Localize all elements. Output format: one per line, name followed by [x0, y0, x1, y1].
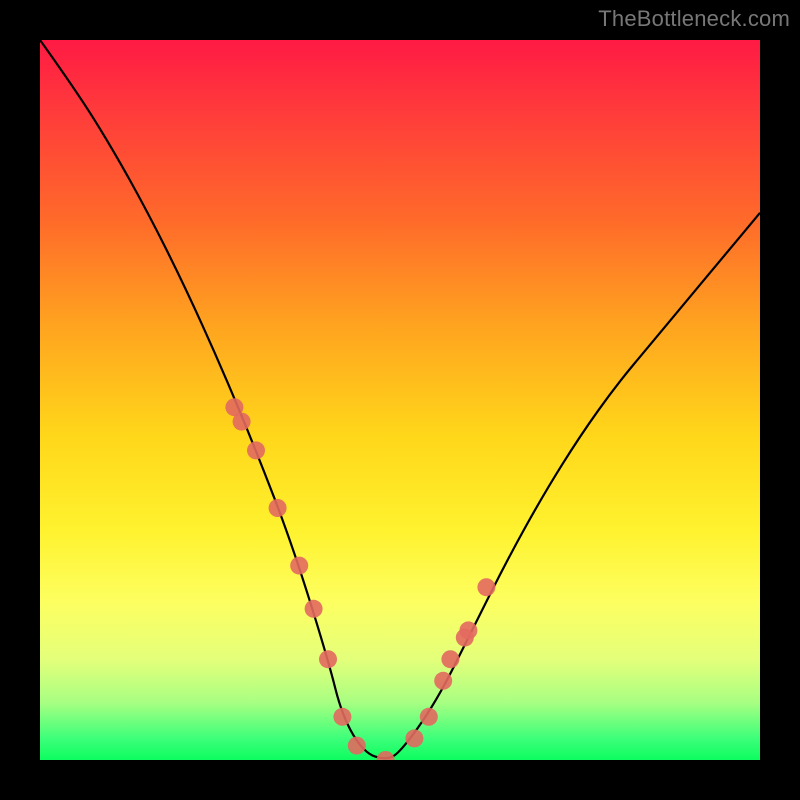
highlight-point — [434, 672, 452, 690]
highlight-point — [420, 708, 438, 726]
highlight-point — [319, 650, 337, 668]
highlight-point — [477, 578, 495, 596]
highlight-point — [233, 413, 251, 431]
chart-svg — [40, 40, 760, 760]
highlight-point — [333, 708, 351, 726]
highlight-point — [348, 737, 366, 755]
bottleneck-curve-path — [40, 40, 760, 758]
watermark-text: TheBottleneck.com — [598, 6, 790, 32]
bottleneck-chart — [40, 40, 760, 760]
highlight-point — [305, 600, 323, 618]
highlight-point — [269, 499, 287, 517]
highlight-point — [290, 557, 308, 575]
highlight-point — [377, 751, 395, 760]
highlight-point — [247, 441, 265, 459]
highlighted-points-group — [225, 398, 495, 760]
highlight-point — [459, 621, 477, 639]
highlight-point — [405, 729, 423, 747]
highlight-point — [441, 650, 459, 668]
